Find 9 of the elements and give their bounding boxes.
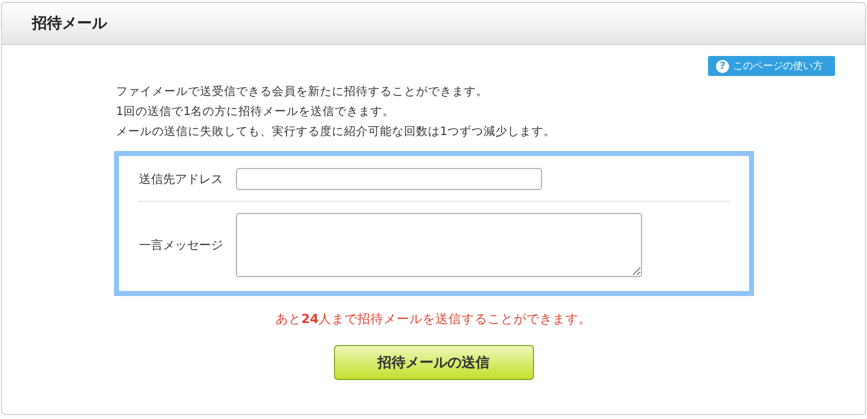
field-label: 一言メッセージ — [139, 236, 224, 254]
message-field[interactable] — [236, 213, 642, 277]
address-field[interactable] — [236, 168, 542, 190]
field-label: 送信先アドレス — [139, 170, 224, 188]
page-title: 招待メール — [32, 14, 107, 33]
description-text: ファイメールで送受信できる会員を新たに招待することができます。 — [116, 83, 489, 100]
send-button[interactable]: 招待メールの送信 — [334, 345, 534, 380]
description-text: メールの送信に失敗しても、実行する度に紹介可能な回数は1つずつ減少します。 — [116, 123, 556, 140]
description-text: 1回の送信で1名の方に招待メールを送信できます。 — [116, 103, 396, 120]
